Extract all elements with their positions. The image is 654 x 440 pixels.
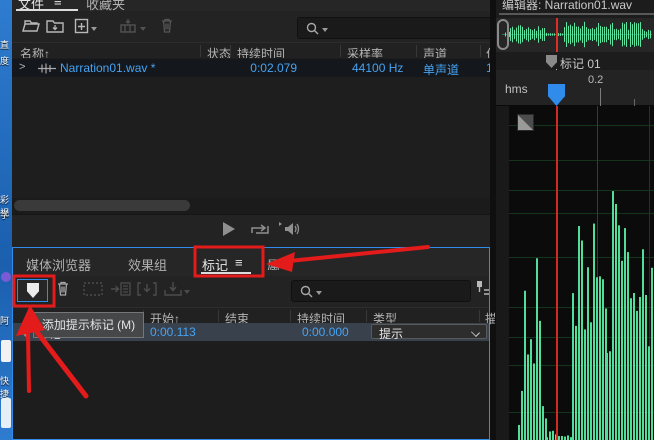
delete-marker-icon[interactable] [56, 280, 70, 297]
ruler-unit-label[interactable]: hms [505, 82, 528, 96]
column-divider[interactable] [480, 45, 481, 57]
batch-process-icon[interactable] [137, 281, 157, 297]
files-transport [12, 214, 490, 248]
scrollbar-thumb[interactable] [14, 200, 190, 211]
ruler-major-tick [600, 88, 601, 106]
column-divider[interactable] [290, 310, 291, 322]
playhead-handle[interactable] [548, 84, 565, 106]
loop-playback-icon[interactable] [250, 221, 270, 238]
new-file-icon[interactable] [74, 18, 89, 34]
waveform-editor-canvas[interactable] [496, 106, 654, 440]
add-cue-marker-button[interactable] [17, 279, 48, 302]
search-scope-caret-icon[interactable] [322, 28, 328, 32]
files-panel-menu-icon[interactable]: ≡ [54, 0, 62, 9]
file-row[interactable]: > Narration01.wav * 0:02.079 44100 Hz 单声… [12, 59, 490, 77]
open-file-icon[interactable] [22, 18, 41, 34]
main-waveform-graphic [496, 106, 654, 440]
waveform-file-icon [38, 63, 56, 74]
column-divider[interactable] [218, 310, 219, 322]
column-divider[interactable] [200, 45, 201, 57]
overview-playhead[interactable] [556, 18, 558, 52]
export-markers-icon[interactable] [164, 281, 182, 297]
search-icon [306, 22, 320, 36]
file-channels: 单声道 [423, 61, 459, 78]
marker-type-dropdown[interactable]: 提示 [371, 324, 487, 339]
ruler-minor-tick [634, 99, 635, 106]
desktop-text-fragment: 学 [0, 208, 12, 221]
file-name[interactable]: Narration01.wav * [60, 61, 155, 75]
marker-flag-icon[interactable] [546, 55, 557, 68]
files-panel: 文件 ≡ 收藏夹 [12, 0, 490, 247]
chevron-down-icon [471, 328, 480, 337]
desktop-shortcut-icon [1, 340, 11, 362]
markers-toolbar [13, 276, 489, 307]
active-tab-underline [201, 272, 251, 274]
marker-range-icon[interactable] [83, 282, 103, 296]
tab-favorites[interactable]: 收藏夹 [86, 0, 125, 11]
audition-window: 直 度 彩视 学 阿 快捷 文件 ≡ 收藏夹 [0, 0, 654, 440]
export-caret-icon[interactable] [184, 290, 190, 294]
play-icon[interactable] [223, 222, 235, 236]
tab-effects-rack[interactable]: 效果组 [128, 255, 167, 274]
editor-title: 编辑器: Narration01.wav [502, 0, 654, 11]
tab-properties[interactable]: 属性 [267, 255, 281, 270]
files-list: > Narration01.wav * 0:02.079 44100 Hz 单声… [12, 58, 490, 198]
tooltip: 添加提示标记 (M) [33, 312, 144, 338]
markers-tabbar: 媒体浏览器 效果组 标记 ≡ 属性 [13, 248, 489, 276]
marker-flag-icon [21, 326, 30, 337]
editor-playhead[interactable] [556, 106, 558, 440]
search-icon [300, 285, 314, 299]
editor-title-text: 编辑器: Narration01.wav [502, 0, 654, 11]
ruler-tick-label: 0.2 [588, 74, 603, 86]
tab-media-browser[interactable]: 媒体浏览器 [26, 255, 91, 274]
file-duration: 0:02.079 [237, 61, 297, 75]
column-divider[interactable] [230, 45, 231, 57]
marker-duration[interactable]: 0:00.000 [302, 325, 349, 339]
title-divider [499, 13, 654, 15]
row-expand-chevron-icon[interactable]: > [19, 61, 25, 73]
column-divider[interactable] [366, 310, 367, 322]
import-file-icon[interactable] [46, 18, 65, 34]
files-tabbar: 文件 ≡ 收藏夹 [12, 0, 490, 11]
marker-type-value: 提示 [379, 325, 403, 342]
files-hscrollbar[interactable] [12, 198, 490, 214]
merge-markers-icon[interactable] [110, 281, 132, 297]
markers-panel: 媒体浏览器 效果组 标记 ≡ 属性 [12, 247, 490, 440]
desktop-text-fragment: 直 [0, 38, 12, 51]
desktop-text-fragment: 度 [0, 54, 12, 67]
waveform-overview[interactable] [496, 18, 654, 52]
insert-caret-icon[interactable] [140, 27, 146, 31]
overview-zoom-handle[interactable] [497, 19, 509, 50]
timeline-ruler[interactable]: hms 0.2 [496, 70, 654, 106]
speaker-icon[interactable] [278, 220, 302, 238]
desktop-shortcut-icon [1, 398, 11, 428]
desktop-icon [1, 272, 11, 282]
file-sample-rate: 44100 Hz [352, 61, 403, 75]
column-divider[interactable] [416, 45, 417, 57]
insert-into-multitrack-icon[interactable] [120, 18, 138, 34]
editor-panel: 编辑器: Narration01.wav 标记 01 hms 0.2 [496, 0, 654, 440]
markers-search-input[interactable] [291, 280, 471, 302]
files-search-input[interactable] [297, 17, 493, 39]
marker-start[interactable]: 0:00.113 [150, 325, 196, 339]
files-toolbar [12, 11, 490, 42]
hud-gain-icon[interactable] [517, 114, 534, 131]
desktop-background-strip: 直 度 彩视 学 阿 快捷 [0, 0, 12, 440]
desktop-text-fragment: 快捷 [0, 374, 12, 400]
column-divider[interactable] [479, 310, 480, 322]
files-trash-icon[interactable] [160, 17, 174, 34]
search-scope-caret-icon[interactable] [316, 291, 322, 295]
marker-flag-icon [27, 283, 39, 298]
marker-list-view-icon[interactable] [476, 280, 489, 298]
column-divider[interactable] [340, 45, 341, 57]
overview-waveform-graphic [496, 18, 654, 52]
desktop-text-fragment: 阿 [0, 314, 12, 327]
markers-panel-menu-icon[interactable]: ≡ [235, 255, 243, 270]
new-file-caret-icon[interactable] [91, 27, 97, 31]
